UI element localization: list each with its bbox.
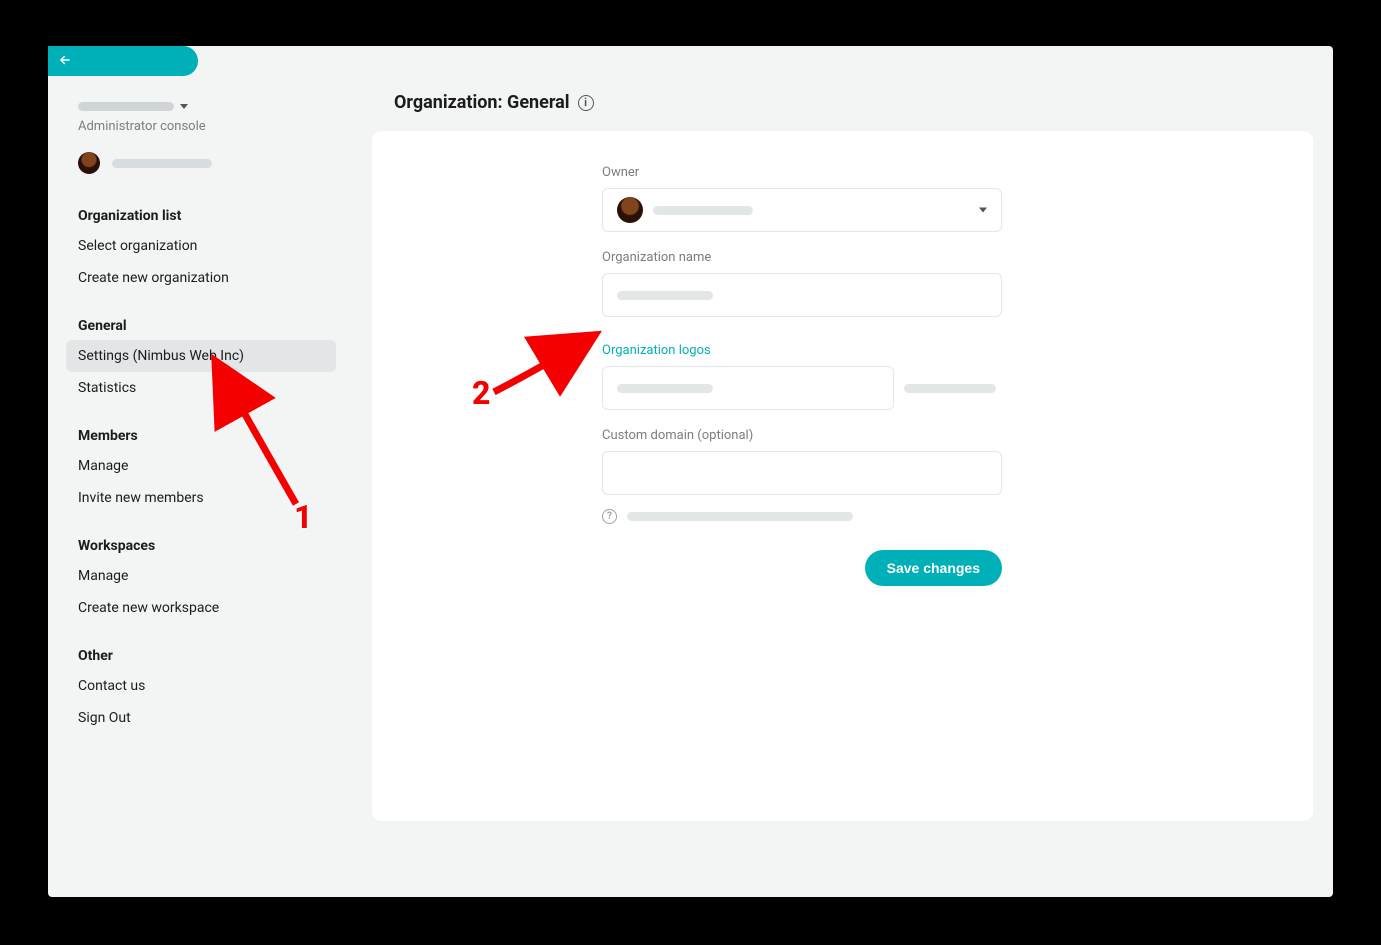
- chevron-down-icon: [979, 208, 987, 213]
- sidebar-item-create-new-workspace[interactable]: Create new workspace: [78, 592, 330, 624]
- sidebar: Administrator console Organization list …: [48, 94, 348, 734]
- org-logos-link[interactable]: Organization logos: [602, 343, 1032, 358]
- arrow-left-icon: [58, 52, 72, 71]
- placeholder-bar: [617, 384, 713, 393]
- sidebar-section-title: Workspaces: [78, 528, 330, 560]
- sidebar-section-title: Members: [78, 418, 330, 450]
- avatar: [617, 197, 643, 223]
- org-name-input[interactable]: [602, 273, 1002, 317]
- owner-label: Owner: [602, 165, 1032, 180]
- back-tab[interactable]: [48, 46, 198, 76]
- admin-console-label: Administrator console: [78, 119, 330, 134]
- owner-select[interactable]: [602, 188, 1002, 232]
- settings-panel: Owner Organization name Organization log…: [372, 131, 1313, 821]
- placeholder-bar: [627, 512, 853, 521]
- sidebar-item-sign-out[interactable]: Sign Out: [78, 702, 330, 734]
- custom-domain-input[interactable]: [602, 451, 1002, 495]
- current-user-row[interactable]: [78, 152, 330, 174]
- sidebar-section-title: Other: [78, 638, 330, 670]
- page-title-row: Organization: General i: [372, 84, 1313, 131]
- form-column: Owner Organization name Organization log…: [602, 165, 1032, 586]
- sidebar-item-settings[interactable]: Settings (Nimbus Web Inc): [66, 340, 336, 372]
- org-name-label: Organization name: [602, 250, 1032, 265]
- sidebar-section-title: General: [78, 308, 330, 340]
- org-selector-dropdown[interactable]: [78, 102, 330, 111]
- content-area: Organization: General i Owner Organizati…: [372, 84, 1313, 877]
- sidebar-item-manage-workspaces[interactable]: Manage: [78, 560, 330, 592]
- sidebar-item-select-organization[interactable]: Select organization: [78, 230, 330, 262]
- sidebar-item-statistics[interactable]: Statistics: [78, 372, 330, 404]
- placeholder-bar: [112, 159, 212, 168]
- save-button[interactable]: Save changes: [865, 550, 1002, 586]
- sidebar-item-create-new-organization[interactable]: Create new organization: [78, 262, 330, 294]
- sidebar-item-invite-new-members[interactable]: Invite new members: [78, 482, 330, 514]
- custom-domain-label: Custom domain (optional): [602, 428, 1032, 443]
- info-icon[interactable]: i: [578, 95, 594, 111]
- placeholder-bar: [904, 384, 996, 393]
- placeholder-bar: [78, 102, 174, 111]
- sidebar-section-title: Organization list: [78, 198, 330, 230]
- sidebar-item-contact-us[interactable]: Contact us: [78, 670, 330, 702]
- app-frame: Administrator console Organization list …: [48, 46, 1333, 897]
- subdomain-row: [602, 366, 1032, 410]
- avatar: [78, 152, 100, 174]
- page-title: Organization: General: [394, 92, 570, 113]
- placeholder-bar: [653, 206, 753, 215]
- save-row: Save changes: [602, 550, 1002, 586]
- help-icon[interactable]: ?: [602, 509, 617, 524]
- placeholder-bar: [617, 291, 713, 300]
- chevron-down-icon: [180, 104, 188, 109]
- subdomain-input[interactable]: [602, 366, 894, 410]
- sidebar-item-manage-members[interactable]: Manage: [78, 450, 330, 482]
- helper-row: ?: [602, 509, 1032, 524]
